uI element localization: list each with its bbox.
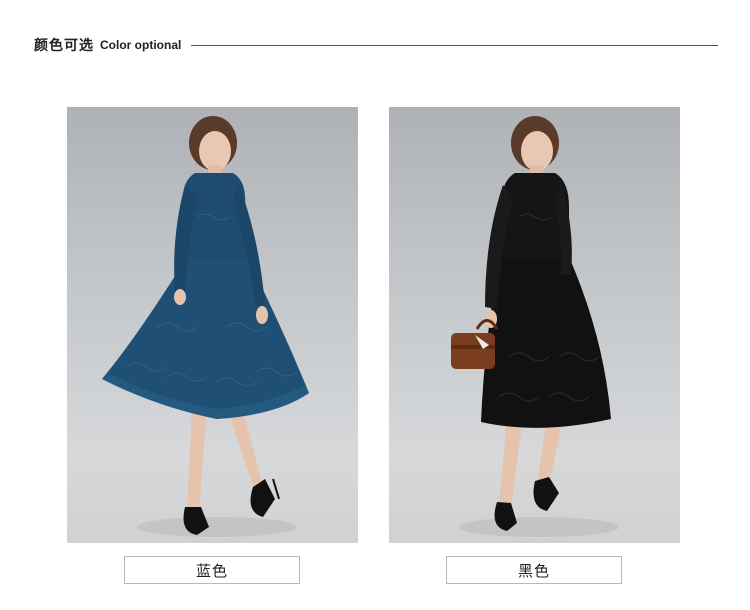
color-option-black[interactable]: 黑色 <box>446 556 622 584</box>
header-divider <box>191 44 718 46</box>
product-photo-black[interactable] <box>389 107 680 543</box>
handbag <box>451 333 495 369</box>
product-photo-blue[interactable] <box>67 107 358 543</box>
section-header: 颜色可选 Color optional <box>34 34 718 56</box>
skirt-blue <box>102 257 309 419</box>
header-title-en: Color optional <box>100 38 182 52</box>
color-option-blue[interactable]: 蓝色 <box>124 556 300 584</box>
model-black-illustration <box>451 116 619 537</box>
model-blue-illustration <box>102 116 309 537</box>
header-title-cn: 颜色可选 <box>34 38 94 54</box>
skirt-black <box>481 257 611 428</box>
